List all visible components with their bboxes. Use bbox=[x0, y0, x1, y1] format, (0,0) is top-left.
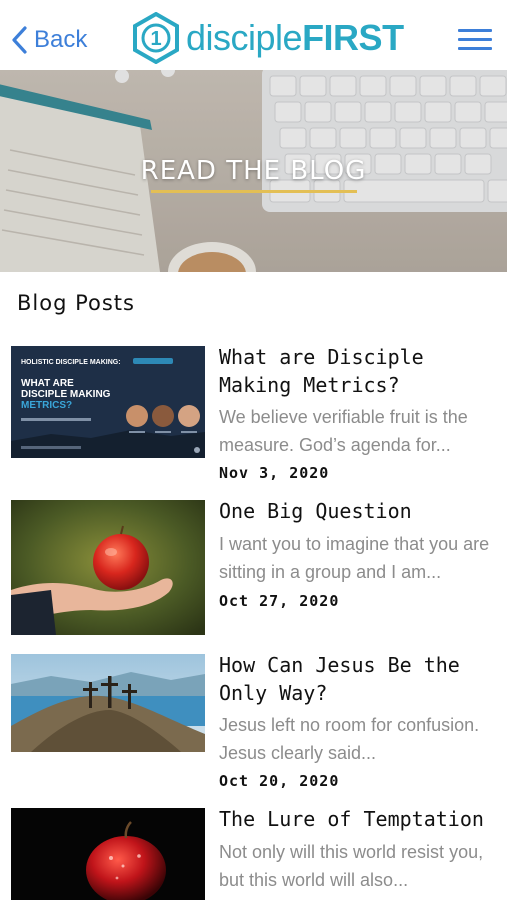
post-date: Nov 3, 2020 bbox=[219, 464, 330, 482]
blog-post-item[interactable]: The Lure of Temptation Not only will thi… bbox=[0, 805, 507, 900]
thumb-headline-2: DISCIPLE MAKING bbox=[21, 389, 111, 400]
thumb-kicker: HOLISTIC DISCIPLE MAKING: bbox=[21, 359, 121, 366]
post-title[interactable]: How Can Jesus Be the Only Way? bbox=[219, 651, 501, 707]
post-thumbnail: HOLISTIC DISCIPLE MAKING: WHAT ARE DISCI… bbox=[11, 346, 205, 458]
post-thumbnail bbox=[11, 808, 205, 900]
post-thumbnail-graphic: HOLISTIC DISCIPLE MAKING: WHAT ARE DISCI… bbox=[11, 346, 205, 458]
section-title: Blog Posts bbox=[17, 291, 135, 315]
post-excerpt: We believe verifiable fruit is the measu… bbox=[219, 407, 468, 455]
post-excerpt: Not only will this world resist you, but… bbox=[219, 842, 484, 890]
post-thumbnail bbox=[11, 500, 205, 635]
post-excerpt: I want you to imagine that you are sitti… bbox=[219, 534, 490, 582]
chevron-left-icon bbox=[12, 26, 27, 54]
post-date: Oct 20, 2020 bbox=[219, 772, 340, 790]
hero-title: READ THE BLOG bbox=[140, 156, 367, 186]
hamburger-icon bbox=[458, 29, 492, 32]
hamburger-icon-line bbox=[458, 38, 492, 41]
back-label: Back bbox=[34, 26, 88, 53]
post-title[interactable]: What are Disciple Making Metrics? bbox=[219, 343, 501, 399]
post-title[interactable]: The Lure of Temptation bbox=[219, 805, 501, 833]
post-excerpt: Jesus left no room for confusion. Jesus … bbox=[219, 715, 480, 763]
top-nav-bar: Back 1 disciple FIRST bbox=[0, 0, 507, 70]
three-crosses-image bbox=[11, 654, 205, 752]
logo-mark-text: 1 bbox=[150, 28, 161, 50]
logo-text-light: disciple bbox=[186, 17, 303, 58]
post-date: Oct 27, 2020 bbox=[219, 592, 340, 610]
hamburger-icon-line bbox=[458, 47, 492, 50]
logo-text-bold: FIRST bbox=[302, 17, 404, 58]
blog-post-item[interactable]: How Can Jesus Be the Only Way? Jesus lef… bbox=[0, 651, 507, 791]
post-thumbnail bbox=[11, 654, 205, 752]
blog-post-item[interactable]: One Big Question I want you to imagine t… bbox=[0, 497, 507, 637]
hamburger-menu-button[interactable] bbox=[458, 29, 492, 51]
hero-underline bbox=[151, 190, 357, 193]
thumb-headline-3: METRICS? bbox=[21, 400, 72, 411]
blog-post-item[interactable]: HOLISTIC DISCIPLE MAKING: WHAT ARE DISCI… bbox=[0, 343, 507, 483]
thumb-headline-1: WHAT ARE bbox=[21, 378, 74, 389]
back-button[interactable]: Back bbox=[10, 22, 87, 58]
hero-banner: READ THE BLOG bbox=[0, 70, 507, 272]
post-title[interactable]: One Big Question bbox=[219, 497, 501, 525]
red-apple-dark-image bbox=[11, 808, 205, 900]
apple-in-hand-image bbox=[11, 500, 205, 635]
disciplefirst-logo-icon: 1 bbox=[133, 12, 179, 64]
app-logo: 1 disciple FIRST bbox=[132, 12, 404, 64]
